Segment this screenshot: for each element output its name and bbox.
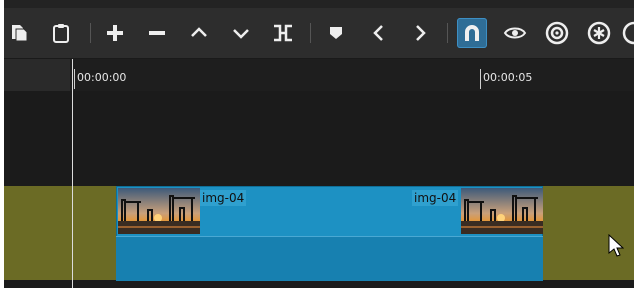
split-icon [272,22,294,44]
clip-label-start: img-04 [200,190,247,206]
previous-marker-button[interactable] [364,18,394,48]
ruler-tick [74,69,75,89]
ripple-all-button[interactable] [584,18,614,48]
plus-icon [104,22,126,44]
track-bottom-area [4,280,634,288]
split-button[interactable] [268,18,298,48]
paste-button[interactable] [46,18,76,48]
time-ruler[interactable]: 00:00:00 00:00:05 [70,59,634,91]
chevron-down-icon [230,22,252,44]
mouse-cursor-icon [608,233,625,262]
append-button[interactable] [100,18,130,48]
playhead[interactable] [72,59,73,288]
overflow-button[interactable] [622,18,634,48]
clip-thumbnail-end [461,188,543,234]
clip-thumbnail-start [118,188,200,234]
scrub-button[interactable] [500,18,530,48]
minus-icon [146,22,168,44]
paste-icon [50,22,72,44]
magnet-icon [461,22,483,44]
remove-button[interactable] [142,18,172,48]
toolbar-separator [90,23,91,43]
toolbar-separator [310,23,311,43]
chevron-up-icon [188,22,210,44]
ruler-tick [480,69,481,89]
toolbar-separator [447,23,448,43]
lift-button[interactable] [184,18,214,48]
timeline-panel: 00:00:00 00:00:05 img-04 img-04 [4,0,634,288]
ruler-tick-label: 00:00:00 [77,71,127,84]
snap-button[interactable] [457,18,487,48]
clip-label-end: img-04 [412,190,459,206]
marker-icon [325,22,347,44]
circle-icon [622,21,634,45]
copy-icon [8,22,30,44]
timeline-clip[interactable]: img-04 img-04 [116,186,543,281]
ripple-button[interactable] [542,18,572,48]
timeline-toolbar [4,8,634,59]
next-marker-button[interactable] [405,18,435,48]
clip-audio-area [116,236,543,281]
ruler-tick-label: 00:00:05 [483,71,533,84]
asterisk-icon [587,21,611,45]
chevron-right-icon [409,22,431,44]
track-header-spacer [4,59,70,91]
marker-button[interactable] [321,18,351,48]
target-icon [545,21,569,45]
chevron-left-icon [368,22,390,44]
overwrite-button[interactable] [226,18,256,48]
timeline-empty-area[interactable] [4,91,634,186]
eye-icon [503,22,527,44]
copy-button[interactable] [4,18,34,48]
